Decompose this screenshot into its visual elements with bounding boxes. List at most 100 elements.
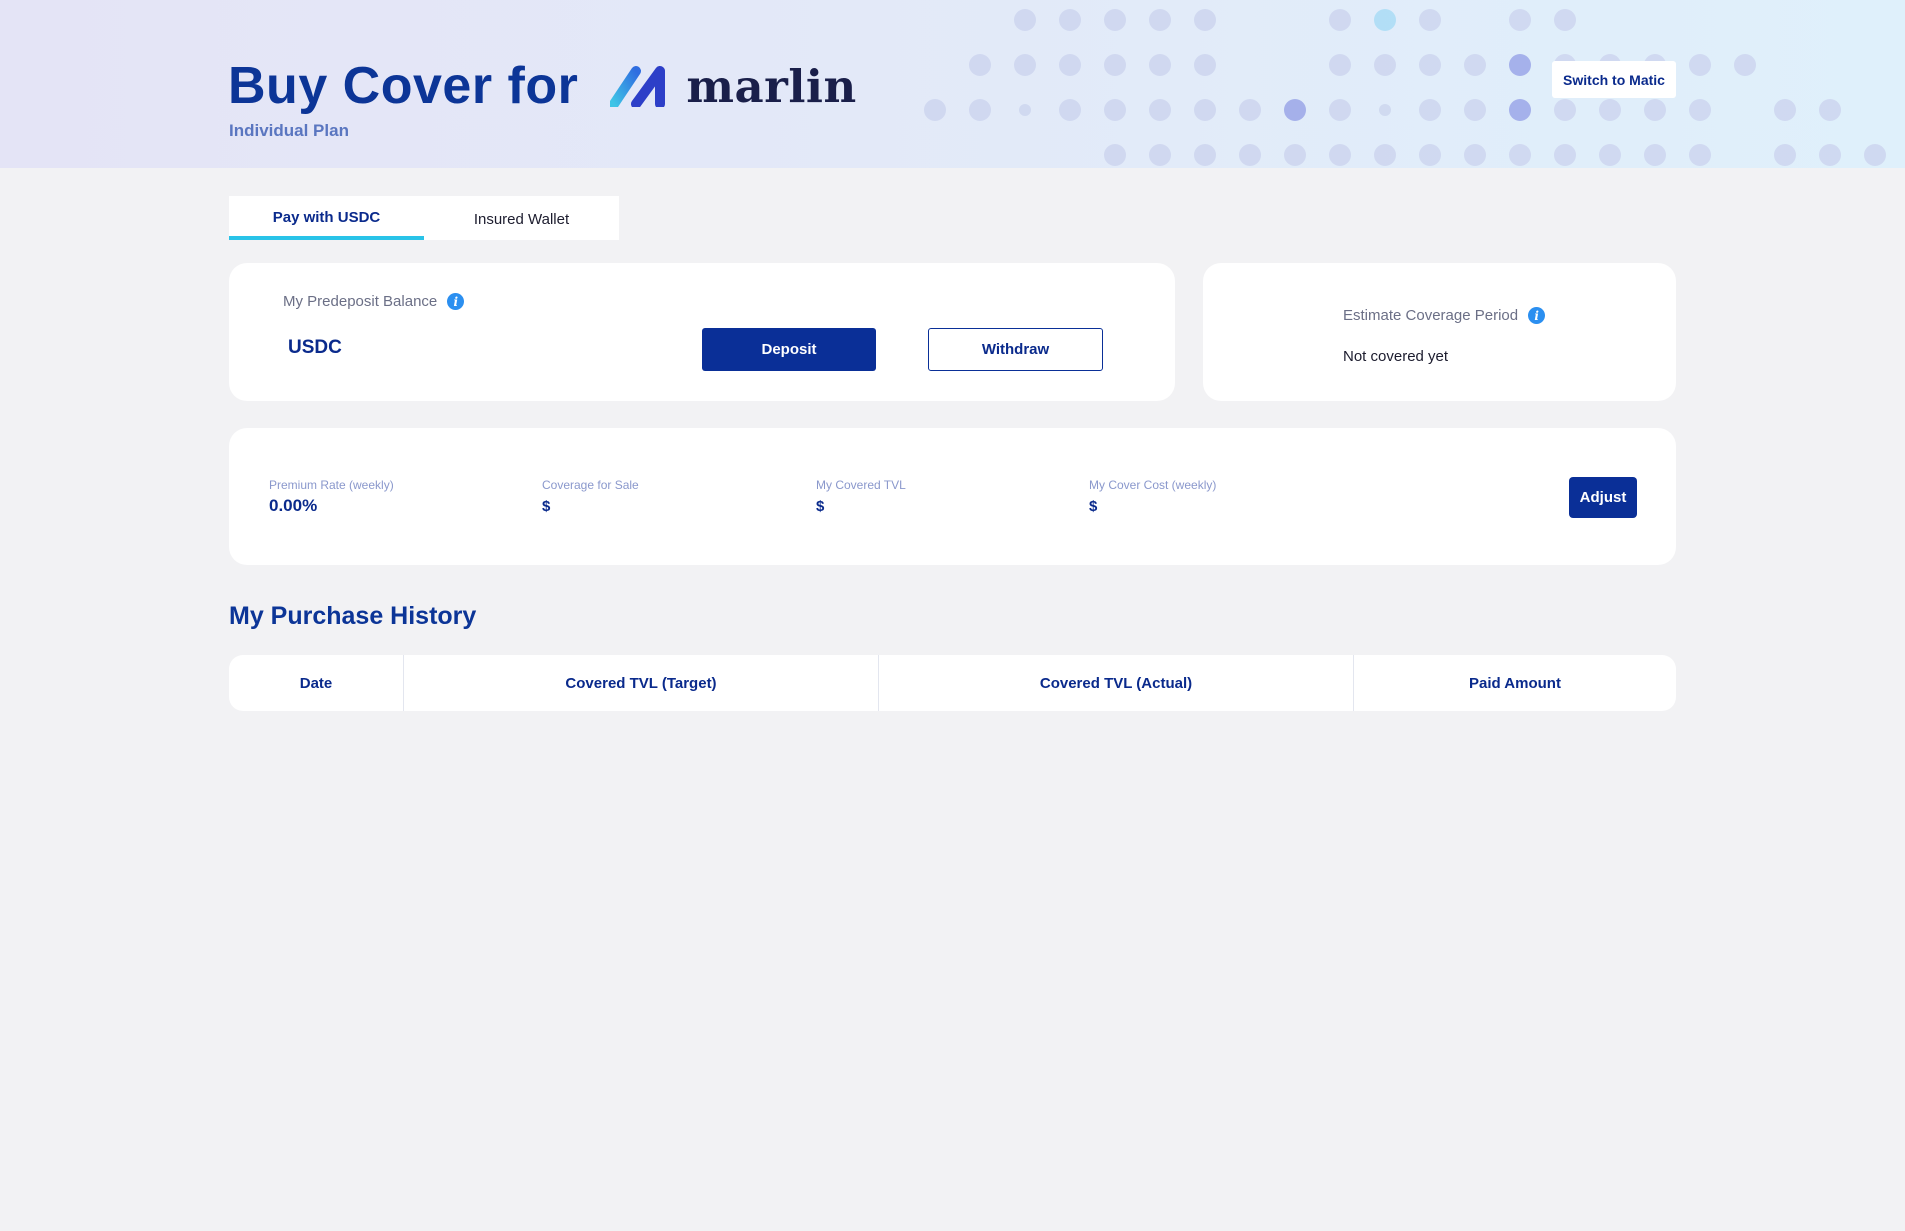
marlin-logo-icon (610, 66, 666, 107)
decorative-dot (1599, 144, 1621, 166)
decorative-dot (1509, 144, 1531, 166)
decorative-dot (1689, 99, 1711, 121)
decorative-dot (924, 99, 946, 121)
decorative-dot (1329, 99, 1351, 121)
column-header-covered-tvl-target: Covered TVL (Target) (403, 655, 878, 711)
premium-rate-stat: Premium Rate (weekly) 0.00% (269, 478, 394, 516)
withdraw-button[interactable]: Withdraw (928, 328, 1103, 371)
decorative-dot (1374, 144, 1396, 166)
switch-network-button[interactable]: Switch to Matic (1552, 61, 1676, 98)
decorative-dot (1464, 54, 1486, 76)
decorative-dot (1194, 54, 1216, 76)
premium-rate-label: Premium Rate (weekly) (269, 478, 394, 492)
coverage-value: Not covered yet (1343, 348, 1449, 365)
decorative-dot (1819, 144, 1841, 166)
decorative-dot (1149, 99, 1171, 121)
page-header: Buy Cover for marlin Individual Plan Swi… (0, 0, 1905, 168)
tab-pay-with-usdc[interactable]: Pay with USDC (229, 196, 424, 240)
decorative-dot (1509, 54, 1531, 76)
decorative-dot (1149, 54, 1171, 76)
decorative-dot (969, 54, 991, 76)
decorative-dot (1104, 9, 1126, 31)
decorative-dot (1059, 99, 1081, 121)
decorative-dot (1819, 99, 1841, 121)
decorative-dot (1554, 144, 1576, 166)
decorative-dot (1689, 54, 1711, 76)
balance-label-row: My Predeposit Balance i (283, 293, 465, 310)
coverage-period-card: Estimate Coverage Period i Not covered y… (1203, 263, 1676, 401)
decorative-dot (1014, 9, 1036, 31)
decorative-dot (1194, 9, 1216, 31)
covered-tvl-label: My Covered TVL (816, 478, 906, 492)
decorative-dot (1104, 99, 1126, 121)
adjust-button[interactable]: Adjust (1569, 477, 1637, 518)
payment-tabs: Pay with USDC Insured Wallet (229, 196, 619, 240)
column-header-date: Date (299, 674, 333, 692)
decorative-dot (1014, 54, 1036, 76)
marlin-wordmark: marlin (686, 59, 857, 113)
decorative-dot (1864, 144, 1886, 166)
decorative-dot (1284, 144, 1306, 166)
decorative-dot (1554, 9, 1576, 31)
decorative-dot (1774, 144, 1796, 166)
decorative-dot (1734, 54, 1756, 76)
decorative-dot (1599, 99, 1621, 121)
decorative-dot (1774, 99, 1796, 121)
info-icon[interactable]: i (447, 293, 465, 310)
covered-tvl-stat: My Covered TVL $ (816, 478, 906, 515)
decorative-dot (1104, 54, 1126, 76)
decorative-dot (1104, 144, 1126, 166)
decorative-dot (1379, 104, 1391, 116)
balance-value: USDC (288, 337, 342, 358)
page-title-text: Buy Cover for (228, 57, 579, 115)
decorative-dot (1644, 144, 1666, 166)
balance-label: My Predeposit Balance (283, 293, 438, 310)
decorative-dot (1149, 9, 1171, 31)
cover-cost-value: $ (1089, 498, 1098, 515)
deposit-button[interactable]: Deposit (702, 328, 876, 371)
decorative-dot (1239, 144, 1261, 166)
decorative-dot (1194, 144, 1216, 166)
decorative-dot (1374, 9, 1396, 31)
coverage-for-sale-value: $ (542, 498, 551, 515)
decorative-dot (1689, 144, 1711, 166)
coverage-for-sale-label: Coverage for Sale (542, 478, 639, 492)
decorative-dot (1419, 99, 1441, 121)
tab-insured-wallet[interactable]: Insured Wallet (424, 196, 619, 240)
purchase-history-table: Date Covered TVL (Target) Covered TVL (A… (229, 655, 1676, 711)
coverage-label: Estimate Coverage Period (1343, 307, 1519, 324)
info-icon[interactable]: i (1528, 307, 1546, 324)
decorative-dot (1019, 104, 1031, 116)
page-title: Buy Cover for marlin (228, 54, 857, 118)
decorative-dot (969, 99, 991, 121)
coverage-label-row: Estimate Coverage Period i (1343, 307, 1546, 324)
cover-stats-card: Premium Rate (weekly) 0.00% Coverage for… (229, 428, 1676, 565)
decorative-dot (1509, 9, 1531, 31)
decorative-dot (1239, 99, 1261, 121)
decorative-dot (1059, 54, 1081, 76)
decorative-dot (1644, 99, 1666, 121)
decorative-dot (1464, 99, 1486, 121)
decorative-dot (1509, 99, 1531, 121)
decorative-dot (1554, 99, 1576, 121)
coverage-for-sale-stat: Coverage for Sale $ (542, 478, 639, 515)
covered-tvl-value: $ (816, 498, 825, 515)
decorative-dot (1059, 9, 1081, 31)
purchase-history-title: My Purchase History (229, 602, 477, 630)
decorative-dot (1464, 144, 1486, 166)
decorative-dot (1194, 99, 1216, 121)
decorative-dot (1374, 54, 1396, 76)
decorative-dot (1329, 54, 1351, 76)
decorative-dot (1419, 144, 1441, 166)
column-header-paid-amount: Paid Amount (1353, 655, 1676, 711)
decorative-dot (1284, 99, 1306, 121)
premium-rate-value: 0.00% (269, 496, 318, 515)
page-subtitle: Individual Plan (229, 121, 349, 140)
decorative-dot (1419, 54, 1441, 76)
marlin-logo: marlin (610, 60, 856, 113)
decorative-dot (1329, 9, 1351, 31)
cover-cost-label: My Cover Cost (weekly) (1089, 478, 1217, 492)
decorative-dot (1329, 144, 1351, 166)
predeposit-balance-card: My Predeposit Balance i USDC Deposit Wit… (229, 263, 1175, 401)
cover-cost-stat: My Cover Cost (weekly) $ (1089, 478, 1216, 515)
